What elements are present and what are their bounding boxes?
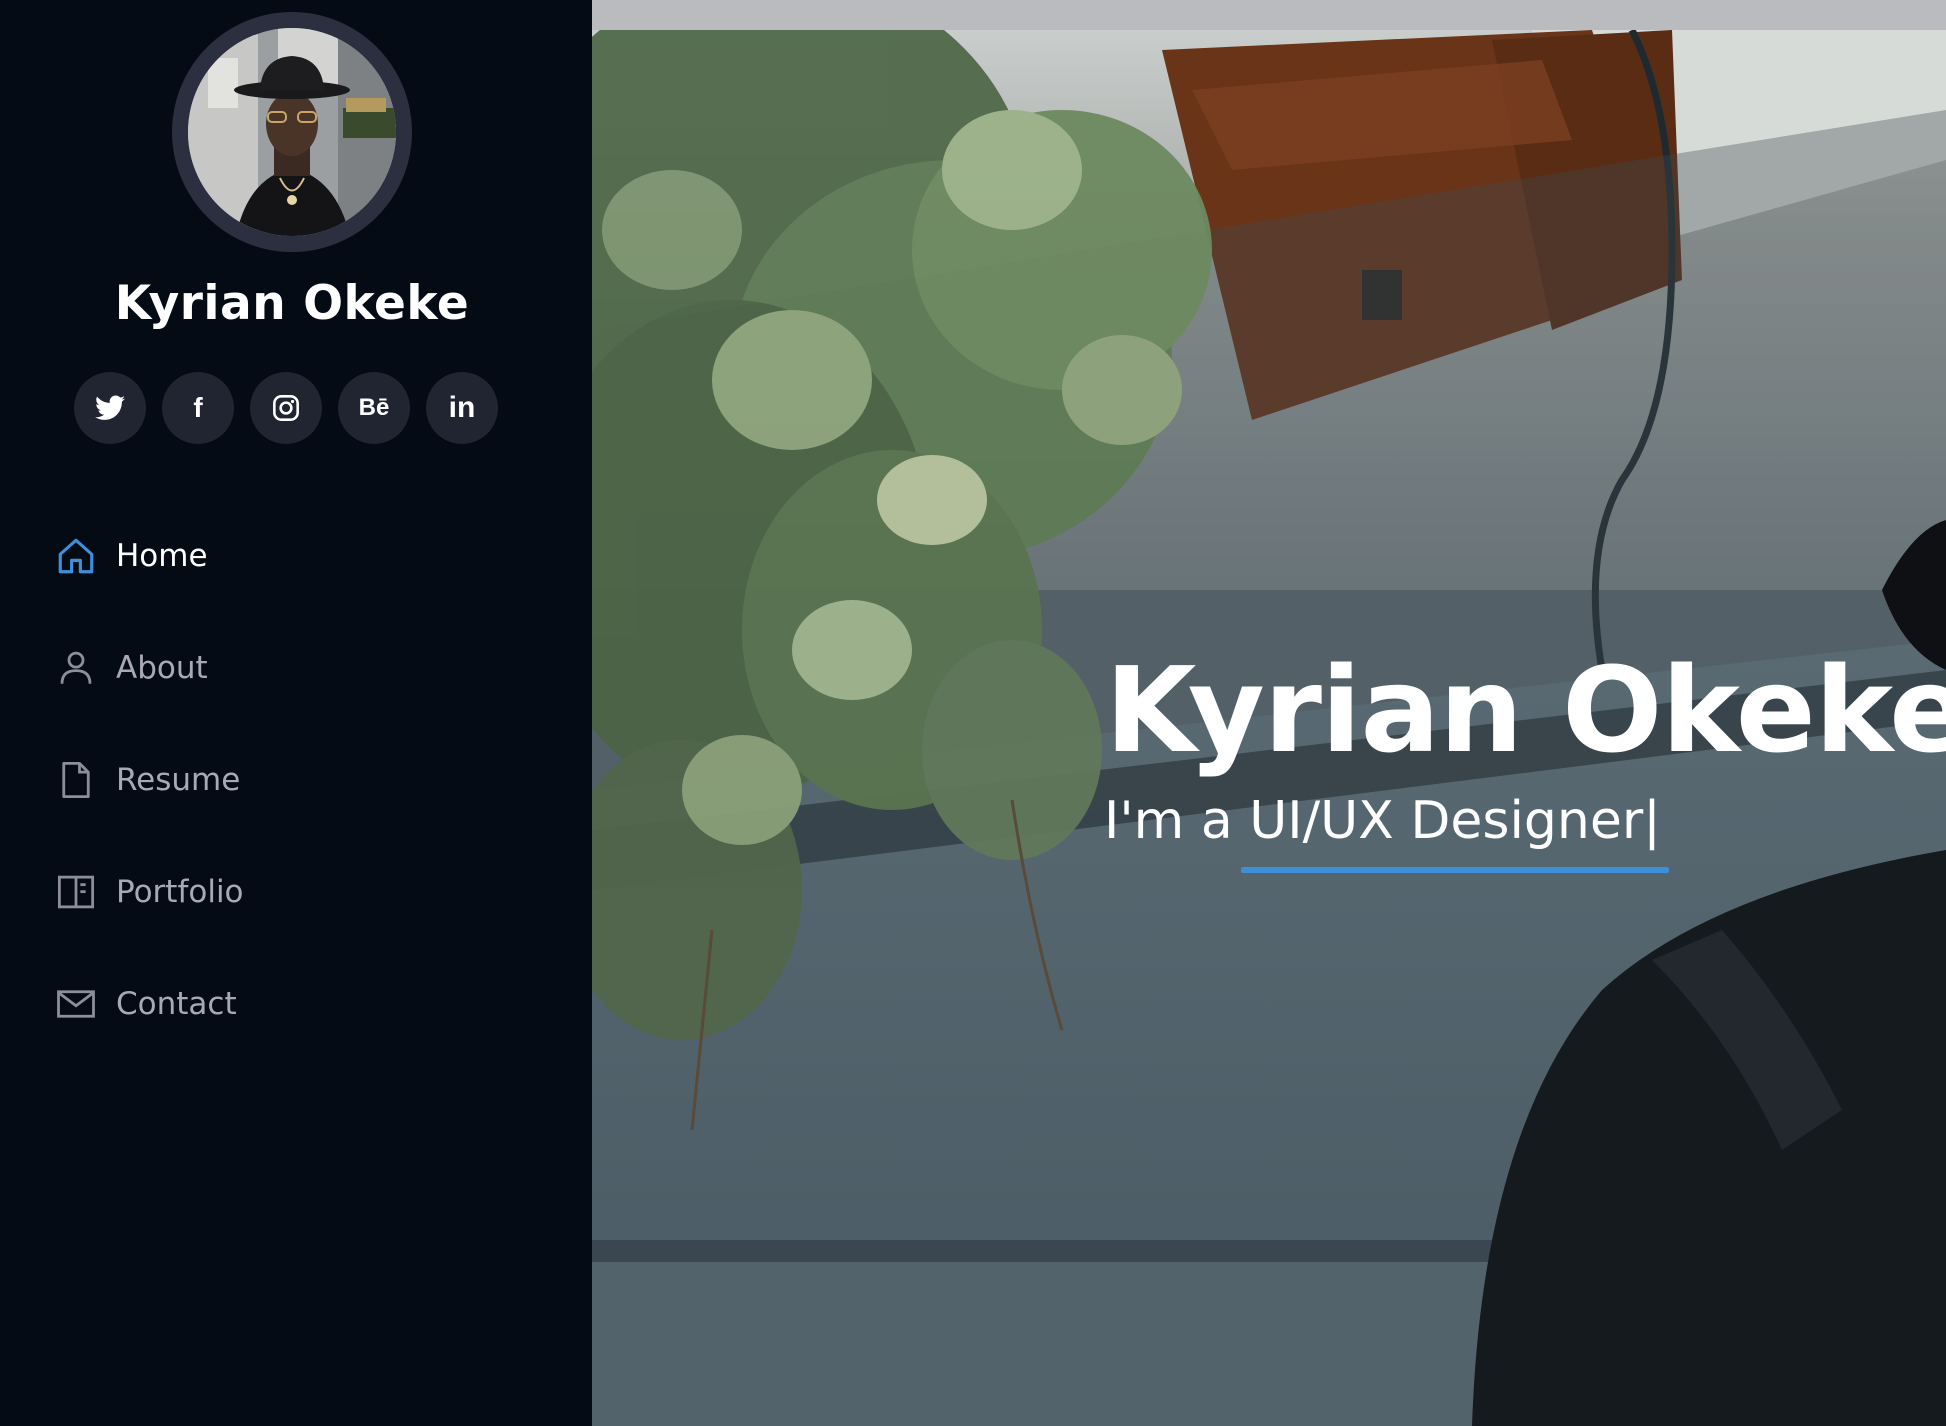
twitter-icon bbox=[95, 395, 125, 420]
hero-subtitle: I'm a UI/UX Designer| bbox=[1104, 791, 1661, 851]
social-links: f Bē in bbox=[74, 372, 498, 444]
hero-title: Kyrian Okeke bbox=[1105, 641, 1946, 779]
nav-label-about: About bbox=[116, 650, 208, 686]
file-icon bbox=[54, 758, 98, 802]
nav-label-home: Home bbox=[116, 538, 208, 574]
linkedin-icon: in bbox=[448, 391, 476, 424]
sidebar: Kyrian Okeke f Bē in Home About Resume P… bbox=[0, 0, 592, 1426]
linkedin-link[interactable]: in bbox=[426, 372, 498, 444]
facebook-icon: f bbox=[193, 392, 203, 423]
avatar-ring bbox=[172, 12, 412, 252]
nav-item-home[interactable]: Home bbox=[54, 528, 208, 584]
nav-label-portfolio: Portfolio bbox=[116, 874, 244, 910]
nav-item-resume[interactable]: Resume bbox=[54, 752, 240, 808]
hero-top-strip bbox=[592, 0, 1946, 30]
nav-label-contact: Contact bbox=[116, 986, 237, 1022]
envelope-icon bbox=[54, 982, 98, 1026]
user-icon bbox=[54, 646, 98, 690]
nav-item-contact[interactable]: Contact bbox=[54, 976, 237, 1032]
nav-label-resume: Resume bbox=[116, 762, 241, 798]
behance-icon: Bē bbox=[358, 394, 390, 421]
profile-photo bbox=[188, 28, 396, 236]
hero-section: Kyrian Okeke I'm a UI/UX Designer| bbox=[592, 0, 1946, 1426]
typed-underline bbox=[1241, 867, 1669, 873]
behance-link[interactable]: Bē bbox=[338, 372, 410, 444]
profile-name: Kyrian Okeke bbox=[114, 276, 470, 331]
nav-item-portfolio[interactable]: Portfolio bbox=[54, 864, 244, 920]
book-half-icon bbox=[54, 870, 98, 914]
home-icon bbox=[54, 534, 98, 578]
twitter-link[interactable] bbox=[74, 372, 146, 444]
instagram-icon bbox=[273, 395, 299, 421]
avatar bbox=[188, 28, 396, 236]
nav-item-about[interactable]: About bbox=[54, 640, 208, 696]
app-root: Kyrian Okeke f Bē in Home About Resume P… bbox=[0, 0, 1946, 1426]
facebook-link[interactable]: f bbox=[162, 372, 234, 444]
instagram-link[interactable] bbox=[250, 372, 322, 444]
